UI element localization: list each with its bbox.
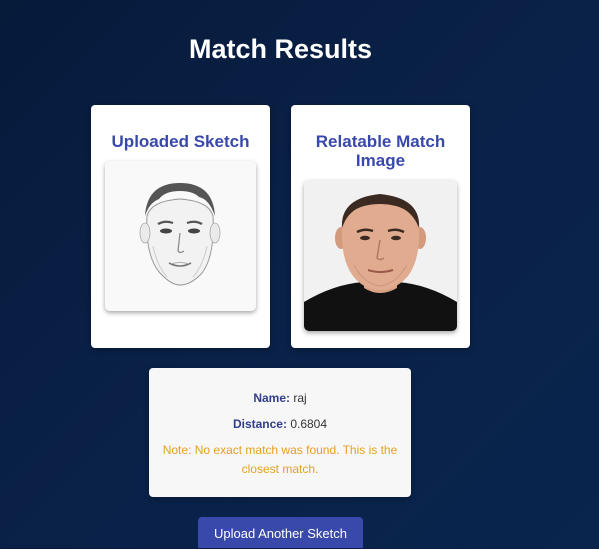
name-row: Name: raj xyxy=(149,391,411,405)
upload-another-sketch-button[interactable]: Upload Another Sketch xyxy=(198,517,363,548)
sketch-face-image xyxy=(105,161,256,311)
uploaded-sketch-title: Uploaded Sketch xyxy=(111,132,250,151)
name-value: raj xyxy=(293,391,307,405)
distance-label: Distance: xyxy=(232,417,287,431)
page-title: Match Results xyxy=(188,34,373,64)
name-label: Name: xyxy=(253,391,290,405)
uploaded-sketch-card: Uploaded Sketch xyxy=(91,105,270,348)
match-image-card: Relatable Match Image xyxy=(291,105,470,348)
match-image xyxy=(304,180,457,331)
distance-value: 0.6804 xyxy=(290,417,328,431)
no-exact-match-note: Note: No exact match was found. This is … xyxy=(162,443,398,476)
matched-photo-image xyxy=(304,180,457,331)
uploaded-sketch-image xyxy=(105,161,256,311)
match-info-box: Name: raj Distance: 0.6804 Note: No exac… xyxy=(149,368,411,497)
match-image-title: Relatable Match Image xyxy=(315,132,446,170)
distance-row: Distance: 0.6804 xyxy=(149,417,411,431)
